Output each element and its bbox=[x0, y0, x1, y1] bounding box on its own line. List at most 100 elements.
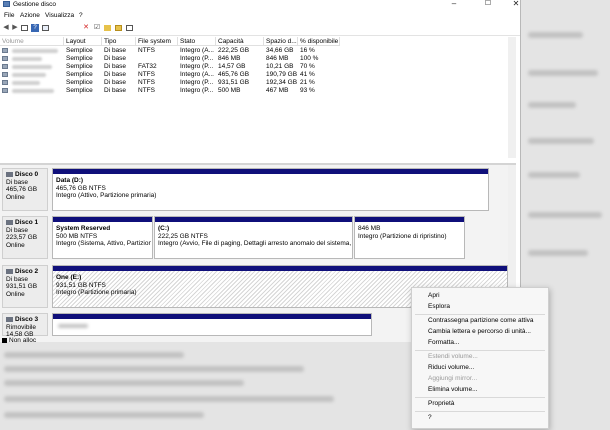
menu-separator bbox=[415, 411, 545, 412]
delete-icon[interactable]: ✕ bbox=[82, 24, 90, 32]
open-folder-icon[interactable] bbox=[115, 24, 123, 32]
partition-bar bbox=[355, 217, 464, 222]
cell-percent: 100 % bbox=[300, 55, 319, 62]
menu-item-change-letter[interactable]: Cambia lettera e percorso di unità... bbox=[428, 327, 531, 336]
partition-removable[interactable] bbox=[52, 313, 372, 336]
disk-size: 931,51 GB bbox=[6, 283, 38, 290]
unallocated-swatch bbox=[2, 338, 7, 343]
properties-icon[interactable] bbox=[126, 24, 134, 32]
disk-3-label[interactable]: Disco 3 Rimovibile 14,58 GB bbox=[2, 313, 48, 338]
blurred-text bbox=[528, 102, 576, 108]
menu-item-apri[interactable]: Apri bbox=[428, 291, 440, 300]
volume-icon bbox=[2, 64, 8, 69]
window-title: Gestione disco bbox=[13, 1, 56, 8]
blurred-text bbox=[58, 324, 88, 328]
blurred-text bbox=[4, 380, 244, 386]
back-icon[interactable]: ◀ bbox=[2, 24, 10, 32]
forward-icon[interactable]: ▶ bbox=[11, 24, 19, 32]
folder-icon[interactable] bbox=[104, 24, 112, 32]
partition-system-reserved[interactable]: System Reserved 500 MB NTFS Integro (Sis… bbox=[52, 216, 153, 259]
column-header-capacita[interactable]: Capacità bbox=[216, 37, 264, 46]
cell-tipo: Di base bbox=[104, 63, 127, 70]
list-view-icon[interactable] bbox=[42, 24, 50, 32]
disk-2-label[interactable]: Disco 2 Di base 931,51 GB Online bbox=[2, 265, 48, 308]
column-header-file-system[interactable]: File system bbox=[136, 37, 178, 46]
cell-capacita: 465,76 GB bbox=[218, 71, 250, 78]
cell-layout: Semplice bbox=[66, 55, 93, 62]
menu-visualizza[interactable]: Visualizza bbox=[45, 12, 74, 20]
column-header-stato[interactable]: Stato bbox=[178, 37, 216, 46]
disk-type: Di base bbox=[6, 275, 29, 283]
volume-list-scrollbar[interactable] bbox=[508, 37, 516, 158]
menu-item-help[interactable]: ? bbox=[428, 413, 432, 422]
maximize-button[interactable]: ☐ bbox=[474, 0, 502, 10]
partition-status: Integro (Partizione di ripristino) bbox=[358, 232, 447, 240]
disk-name: Disco 3 bbox=[15, 316, 39, 323]
menu-file[interactable]: File bbox=[4, 12, 14, 20]
column-header-tipo[interactable]: Tipo bbox=[102, 37, 136, 46]
cell-stato: Integro (P... bbox=[180, 79, 214, 86]
cell-file-system: NTFS bbox=[138, 87, 155, 94]
volume-icon bbox=[2, 48, 8, 53]
partition-name: (C:) bbox=[158, 225, 170, 232]
disk-icon bbox=[6, 316, 13, 322]
cell-file-system: NTFS bbox=[138, 47, 155, 54]
partition-bar bbox=[53, 217, 152, 222]
menu-help[interactable]: ? bbox=[79, 12, 83, 20]
cell-capacita: 931,51 GB bbox=[218, 79, 250, 86]
cell-stato: Integro (A... bbox=[180, 71, 214, 78]
menu-item-properties[interactable]: Proprietà bbox=[428, 399, 454, 408]
cell-layout: Semplice bbox=[66, 47, 93, 54]
disk-name: Disco 1 bbox=[15, 219, 39, 226]
menu-separator bbox=[415, 314, 545, 315]
close-button[interactable]: ✕ bbox=[502, 0, 530, 10]
menu-item-add-mirror: Aggiungi mirror... bbox=[428, 375, 478, 382]
menu-item-shrink-volume[interactable]: Riduci volume... bbox=[428, 363, 474, 372]
cell-stato: Integro (P... bbox=[180, 55, 214, 62]
minimize-button[interactable]: – bbox=[440, 0, 468, 10]
cell-stato: Integro (A... bbox=[180, 47, 214, 54]
help-icon[interactable]: ? bbox=[31, 24, 39, 32]
disk-management-icon bbox=[3, 1, 10, 7]
partition-c[interactable]: (C:) 222,25 GB NTFS Integro (Avvio, File… bbox=[154, 216, 353, 259]
partition-recovery[interactable]: 846 MB Integro (Partizione di ripristino… bbox=[354, 216, 465, 259]
menu-item-mark-active[interactable]: Contrassegna partizione come attiva bbox=[428, 316, 534, 325]
cell-stato: Integro (P... bbox=[180, 87, 214, 94]
partition-status: Integro (Attivo, Partizione primaria) bbox=[56, 192, 157, 199]
blurred-text bbox=[528, 138, 594, 144]
show-hide-console-icon[interactable] bbox=[21, 24, 29, 32]
cell-file-system: FAT32 bbox=[138, 63, 157, 70]
cell-tipo: Di base bbox=[104, 79, 127, 86]
cell-layout: Semplice bbox=[66, 63, 93, 70]
table-row[interactable]: Semplice Di base Integro (P... 846 MB 84… bbox=[0, 55, 340, 63]
cell-spazio: 190,79 GB bbox=[266, 71, 298, 78]
table-row[interactable]: Semplice Di base NTFS Integro (A... 465,… bbox=[0, 71, 340, 79]
cell-spazio: 192,34 GB bbox=[266, 79, 298, 86]
table-row[interactable]: Semplice Di base NTFS Integro (P... 500 … bbox=[0, 87, 340, 95]
table-row[interactable]: Semplice Di base FAT32 Integro (P... 14,… bbox=[0, 63, 340, 71]
volume-icon bbox=[2, 88, 8, 93]
column-header-layout[interactable]: Layout bbox=[64, 37, 102, 46]
cell-file-system: NTFS bbox=[138, 79, 155, 86]
blurred-volume-name bbox=[12, 49, 58, 53]
menu-item-format[interactable]: Formatta... bbox=[428, 338, 459, 347]
table-row[interactable]: Semplice Di base NTFS Integro (A... 222,… bbox=[0, 47, 340, 55]
table-row[interactable]: Semplice Di base NTFS Integro (P... 931,… bbox=[0, 79, 340, 87]
menu-item-extend-volume: Estendi volume... bbox=[428, 353, 478, 360]
column-header-spazio-disponibile[interactable]: Spazio d... bbox=[264, 37, 298, 46]
partition-data-d[interactable]: Data (D:) 465,76 GB NTFS Integro (Attivo… bbox=[52, 168, 489, 211]
cell-percent: 41 % bbox=[300, 71, 315, 78]
menu-item-esplora[interactable]: Esplora bbox=[428, 302, 450, 311]
disk-type: Di base bbox=[6, 178, 29, 186]
disk-type: Rimovibile bbox=[6, 323, 36, 331]
partition-name: Data (D:) bbox=[56, 177, 84, 184]
menu-azione[interactable]: Azione bbox=[20, 12, 40, 20]
disk-1-label[interactable]: Disco 1 Di base 223,57 GB Online bbox=[2, 216, 48, 259]
column-header-percent-free[interactable]: % disponibile bbox=[298, 37, 340, 46]
volume-icon bbox=[2, 72, 8, 77]
partition-status: Integro (Avvio, File di paging, Dettagli… bbox=[158, 240, 351, 247]
checklist-icon[interactable]: ☑ bbox=[93, 24, 101, 32]
column-header-volume[interactable]: Volume bbox=[0, 37, 64, 46]
disk-0-label[interactable]: Disco 0 Di base 465,76 GB Online bbox=[2, 168, 48, 211]
menu-item-delete-volume[interactable]: Elimina volume... bbox=[428, 385, 478, 394]
